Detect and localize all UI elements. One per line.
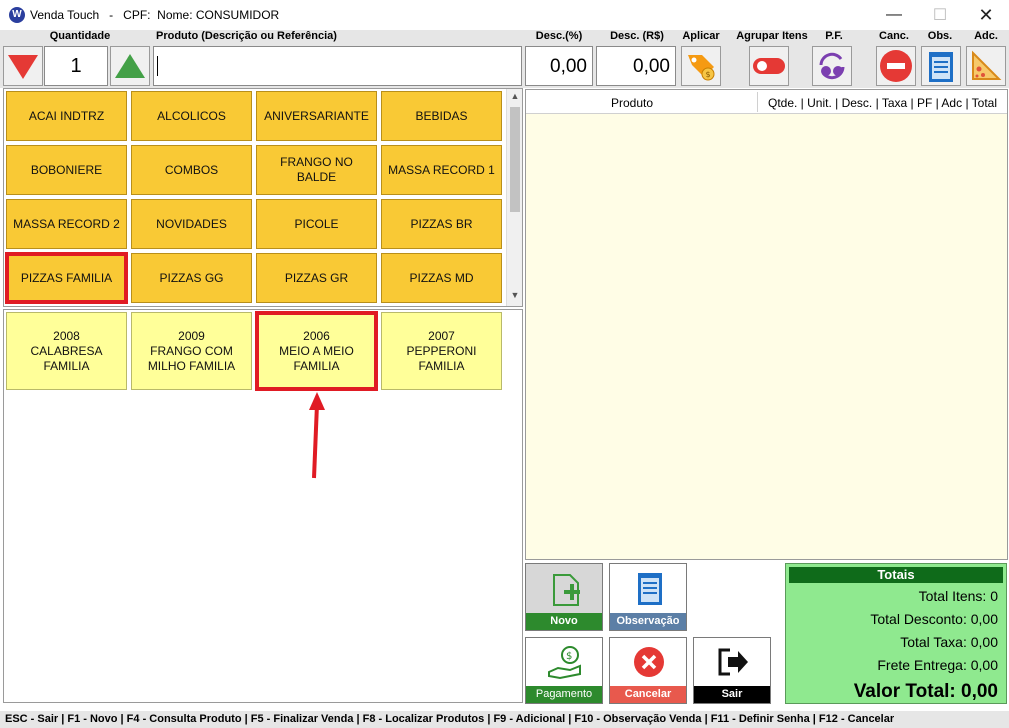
valor-total: Valor Total: 0,00 (853, 681, 998, 702)
scroll-down-icon[interactable]: ▼ (507, 290, 523, 304)
category-button[interactable]: MASSA RECORD 2 (6, 199, 127, 249)
category-button[interactable]: PIZZAS GR (256, 253, 377, 303)
canc-label: Canc. (879, 30, 909, 42)
product-grid: 2008 CALABRESA FAMILIA 2009 FRANGO COM MI… (6, 311, 506, 392)
cancelar-button[interactable]: Cancelar (609, 637, 687, 704)
discount-percent-field[interactable]: 0,00 (525, 46, 593, 86)
shortcut-bar: ESC - Sair | F1 - Novo | F4 - Consulta P… (0, 711, 1009, 728)
annotation-arrow-icon (309, 392, 325, 479)
svg-text:$: $ (566, 651, 572, 662)
novo-button[interactable]: Novo (525, 563, 603, 631)
category-button[interactable]: PIZZAS GG (131, 253, 252, 303)
category-button[interactable]: FRANGO NO BALDE (256, 145, 377, 195)
apply-discount-button[interactable]: $ (681, 46, 721, 86)
exit-icon (718, 648, 748, 676)
price-tag-icon: $ (688, 55, 715, 81)
additional-button[interactable] (966, 46, 1006, 86)
totals-panel: Totais Total Itens: 0 Total Desconto: 0,… (785, 563, 1007, 704)
agrupar-label: Agrupar Itens (736, 30, 808, 42)
product-button[interactable]: 2009 FRANGO COM MILHO FAMILIA (131, 312, 252, 390)
desc-rs-label: Desc. (R$) (610, 30, 664, 42)
category-button[interactable]: ALCOLICOS (131, 91, 252, 141)
exchange-icon (819, 52, 845, 80)
category-button[interactable]: COMBOS (131, 145, 252, 195)
cancel-icon (634, 647, 664, 677)
notepad-icon (638, 573, 662, 605)
novo-label: Novo (526, 613, 602, 630)
category-button[interactable]: ACAI INDTRZ (6, 91, 127, 141)
obs-label: Obs. (927, 30, 953, 42)
close-window-button[interactable]: ✕ (963, 0, 1009, 30)
quantity-field[interactable]: 1 (44, 46, 108, 86)
window-title: Venda Touch - CPF: Nome: CONSUMIDOR (30, 8, 280, 22)
pagamento-button[interactable]: $ Pagamento (525, 637, 603, 704)
pizza-icon (972, 50, 1002, 80)
scroll-thumb[interactable] (510, 107, 520, 212)
totals-title: Totais (789, 567, 1003, 583)
category-scrollbar[interactable]: ▲ ▼ (506, 89, 522, 306)
product-search-input[interactable] (153, 46, 522, 86)
total-itens: Total Itens: 0 (918, 588, 998, 604)
minimize-button[interactable]: — (871, 0, 917, 30)
group-items-toggle[interactable] (749, 46, 789, 86)
product-button[interactable]: 2007 PEPPERONI FAMILIA (381, 312, 502, 390)
category-button[interactable]: MASSA RECORD 1 (381, 145, 502, 195)
desc-pct-label: Desc.(%) (535, 30, 583, 42)
observation-button[interactable] (921, 46, 961, 86)
payment-icon: $ (548, 646, 581, 680)
sair-button[interactable]: Sair (693, 637, 771, 704)
product-button[interactable]: 2006 MEIO A MEIO FAMILIA (255, 311, 378, 391)
category-button[interactable]: PIZZAS BR (381, 199, 502, 249)
category-button[interactable]: PIZZAS MD (381, 253, 502, 303)
title-bar: W Venda Touch - CPF: Nome: CONSUMIDOR — … (0, 0, 1009, 30)
increase-quantity-button[interactable] (110, 46, 150, 86)
total-taxa: Total Taxa: 0,00 (900, 634, 998, 650)
frete-entrega: Frete Entrega: 0,00 (877, 657, 998, 673)
discount-value-field[interactable]: 0,00 (596, 46, 676, 86)
notepad-icon (929, 52, 953, 82)
total-desconto: Total Desconto: 0,00 (870, 611, 998, 627)
cancel-item-button[interactable] (876, 46, 916, 86)
sair-label: Sair (694, 686, 770, 703)
maximize-button[interactable]: ☐ (917, 0, 963, 30)
produto-label: Produto (Descrição ou Referência) (156, 30, 337, 42)
aplicar-label: Aplicar (682, 30, 720, 42)
observacao-button[interactable]: Observação (609, 563, 687, 631)
adc-label: Adc. (974, 30, 998, 42)
pf-label: P.F. (825, 30, 843, 42)
new-document-icon (553, 574, 580, 606)
category-button[interactable]: BEBIDAS (381, 91, 502, 141)
app-logo-icon: W (9, 7, 25, 23)
decrease-quantity-button[interactable] (3, 46, 43, 86)
cancelar-label: Cancelar (610, 686, 686, 703)
category-button[interactable]: PICOLE (256, 199, 377, 249)
category-button[interactable]: NOVIDADES (131, 199, 252, 249)
pf-button[interactable] (812, 46, 852, 86)
remove-icon (880, 50, 912, 82)
toggle-icon (753, 58, 785, 74)
scroll-up-icon[interactable]: ▲ (507, 91, 523, 105)
items-table (525, 89, 1008, 560)
product-button[interactable]: 2008 CALABRESA FAMILIA (6, 312, 127, 390)
category-button[interactable]: PIZZAS FAMILIA (5, 252, 128, 304)
col-produto: Produto (611, 96, 654, 110)
col-rest: Qtde. | Unit. | Desc. | Taxa | PF | Adc … (768, 96, 998, 110)
category-button[interactable]: ANIVERSARIANTE (256, 91, 377, 141)
col-separator (757, 92, 758, 112)
category-grid: ACAI INDTRZ ALCOLICOS ANIVERSARIANTE BEBIDA… (5, 91, 506, 305)
arrow-up-icon (115, 54, 145, 78)
observacao-label: Observação (610, 613, 686, 630)
category-button[interactable]: BOBONIERE (6, 145, 127, 195)
svg-text:$: $ (706, 70, 711, 79)
quantidade-label: Quantidade (49, 30, 111, 42)
arrow-down-icon (8, 55, 38, 79)
pagamento-label: Pagamento (526, 686, 602, 703)
